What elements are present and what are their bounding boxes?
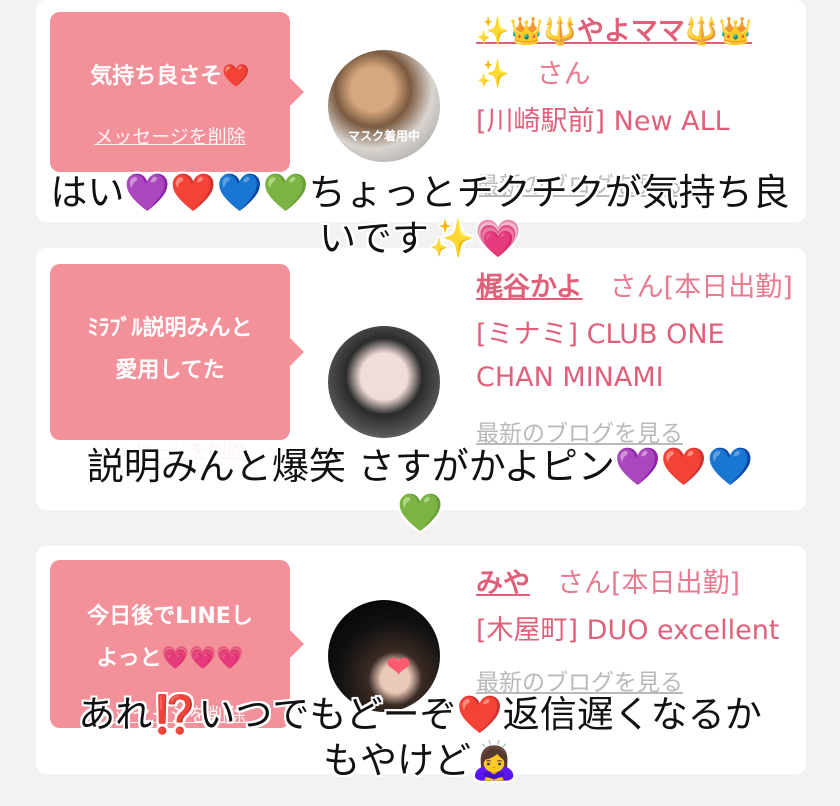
heart-sticker-icon: ❤ (386, 650, 412, 685)
reply-caption: 説明みんと爆笑 さすがかよピン💜❤️💙 💚 (86, 445, 754, 534)
shop-location: [川崎駅前] New ALL (476, 106, 730, 137)
message-bubble: ﾐﾗﾌﾞﾙ説明みんと 愛用してた メッセージを削除 (50, 264, 304, 462)
avatar[interactable] (328, 326, 440, 438)
avatar-caption: マスク着用中 (347, 129, 420, 143)
profile-info: 梶谷かよ さん[本日出勤] [ミナミ] CLUB ONE CHAN MINAMI… (476, 266, 806, 456)
name-suffix: さん[本日出勤] (530, 568, 741, 599)
profile-name-link[interactable]: 梶谷かよ (476, 272, 583, 303)
shop-location: [ミナミ] CLUB ONE CHAN MINAMI (476, 319, 725, 393)
reply-caption: はい💜❤️💙💚ちょっとチクチクが気持ち良 いです✨💗 (50, 171, 790, 260)
profile-name-link[interactable]: ✨👑🔱やよママ🔱👑 (476, 16, 752, 47)
message-text: 気持ち良さそ❤️ (90, 64, 250, 89)
reply-caption: あれ⁉️いつでもどーぞ❤️返信遅くなるか もやけど🙇‍♀️ (78, 693, 762, 782)
avatar[interactable]: マスク着用中 (328, 50, 440, 162)
name-suffix: さん[本日出勤] (582, 272, 793, 303)
profile-name-link[interactable]: みや (476, 568, 530, 599)
delete-message-link[interactable]: メッセージを削除 (50, 122, 290, 149)
shop-location: [木屋町] DUO excellent (476, 615, 780, 646)
name-suffix: ✨ さん (476, 59, 591, 90)
profile-info: みや さん[本日出勤] [木屋町] DUO excellent 最新のブログを見… (476, 562, 806, 705)
message-bubble: 気持ち良さそ❤️ メッセージを削除 (50, 12, 304, 172)
message-text: ﾐﾗﾌﾞﾙ説明みんと 愛用してた (87, 316, 253, 383)
message-text: 今日後でLINEし よっと💗💗💗 (87, 604, 253, 671)
